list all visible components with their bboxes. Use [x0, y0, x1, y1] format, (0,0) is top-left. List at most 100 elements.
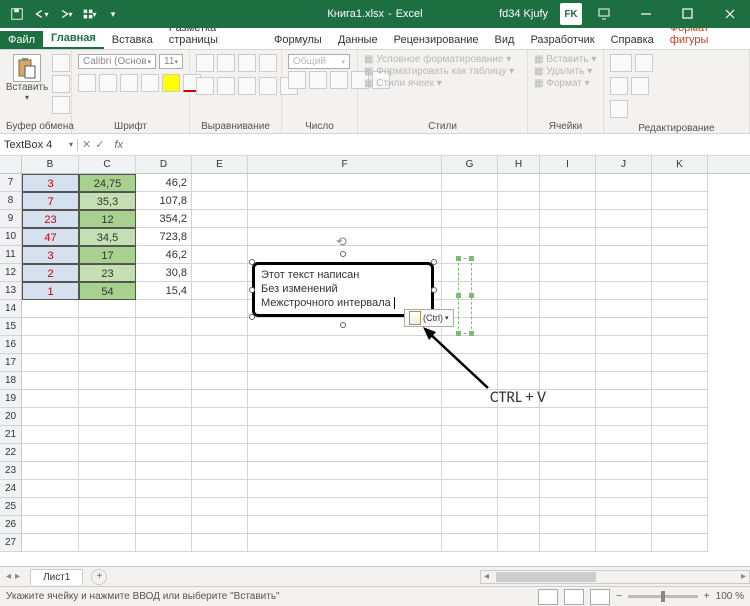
- cell[interactable]: [498, 354, 540, 372]
- cell[interactable]: [652, 354, 708, 372]
- cell[interactable]: [498, 426, 540, 444]
- cell[interactable]: 46,2: [136, 174, 192, 192]
- cell[interactable]: [652, 372, 708, 390]
- resize-handle[interactable]: [249, 287, 255, 293]
- cell[interactable]: [498, 300, 540, 318]
- cell[interactable]: [498, 282, 540, 300]
- cell[interactable]: [652, 228, 708, 246]
- font-name-select[interactable]: Calibri (Основ▾: [78, 54, 156, 69]
- cell[interactable]: 34,5: [79, 228, 136, 246]
- align-center-icon[interactable]: [217, 77, 235, 95]
- indent-dec-icon[interactable]: [259, 77, 277, 95]
- cell[interactable]: [192, 246, 248, 264]
- cell[interactable]: [192, 372, 248, 390]
- cell[interactable]: [442, 516, 498, 534]
- cell[interactable]: [498, 516, 540, 534]
- select-all-corner[interactable]: [0, 156, 22, 173]
- underline-button[interactable]: [120, 74, 138, 92]
- sheet-next-icon[interactable]: ▸: [15, 571, 20, 582]
- undo-icon[interactable]: ▾: [30, 3, 52, 25]
- cell[interactable]: [540, 264, 596, 282]
- cell[interactable]: [248, 516, 442, 534]
- cell[interactable]: 24,75: [79, 174, 136, 192]
- resize-handle[interactable]: [249, 314, 255, 320]
- cell[interactable]: [79, 354, 136, 372]
- cell[interactable]: [192, 354, 248, 372]
- cell[interactable]: [136, 408, 192, 426]
- cell[interactable]: [79, 336, 136, 354]
- tab-file[interactable]: Файл: [0, 31, 43, 49]
- cell[interactable]: 12: [79, 210, 136, 228]
- cell[interactable]: [248, 498, 442, 516]
- cell[interactable]: [596, 462, 652, 480]
- cell[interactable]: [540, 516, 596, 534]
- align-bot-icon[interactable]: [238, 54, 256, 72]
- cell[interactable]: [442, 408, 498, 426]
- cell[interactable]: [192, 534, 248, 552]
- zoom-in-icon[interactable]: +: [704, 591, 710, 602]
- row-header[interactable]: 21: [0, 426, 22, 444]
- cell[interactable]: [442, 498, 498, 516]
- fx-icon[interactable]: fx: [108, 139, 129, 151]
- cell[interactable]: [248, 408, 442, 426]
- cell[interactable]: [596, 174, 652, 192]
- row-header[interactable]: 10: [0, 228, 22, 246]
- cell[interactable]: [442, 426, 498, 444]
- cell[interactable]: [192, 462, 248, 480]
- cell[interactable]: 17: [79, 246, 136, 264]
- col-header[interactable]: J: [596, 156, 652, 173]
- cell[interactable]: [652, 462, 708, 480]
- cell[interactable]: [540, 192, 596, 210]
- cell[interactable]: [192, 516, 248, 534]
- cut-icon[interactable]: [52, 54, 70, 72]
- cell[interactable]: [596, 354, 652, 372]
- cell[interactable]: [192, 480, 248, 498]
- cell[interactable]: [22, 408, 79, 426]
- cell[interactable]: [79, 300, 136, 318]
- row-header[interactable]: 9: [0, 210, 22, 228]
- tab-help[interactable]: Справка: [603, 31, 662, 49]
- cell[interactable]: [652, 282, 708, 300]
- cell[interactable]: [22, 318, 79, 336]
- cell[interactable]: [596, 318, 652, 336]
- cell[interactable]: [248, 210, 442, 228]
- cell[interactable]: [652, 210, 708, 228]
- cell[interactable]: [498, 534, 540, 552]
- cell[interactable]: [136, 318, 192, 336]
- cell[interactable]: [192, 264, 248, 282]
- cell[interactable]: [442, 192, 498, 210]
- cell[interactable]: [442, 534, 498, 552]
- cell[interactable]: [22, 390, 79, 408]
- paste-button[interactable]: Вставить ▾: [6, 54, 48, 102]
- resize-handle[interactable]: [340, 322, 346, 328]
- cell[interactable]: [79, 318, 136, 336]
- user-name[interactable]: fd34 Kjufy: [489, 8, 558, 20]
- row-header[interactable]: 7: [0, 174, 22, 192]
- copy-icon[interactable]: [52, 75, 70, 93]
- cell[interactable]: [596, 300, 652, 318]
- cell[interactable]: [442, 480, 498, 498]
- cell[interactable]: [498, 228, 540, 246]
- cell[interactable]: [192, 318, 248, 336]
- cell[interactable]: [248, 390, 442, 408]
- cell[interactable]: [652, 480, 708, 498]
- font-size-select[interactable]: 11▾: [159, 54, 183, 69]
- qat-customize-icon[interactable]: ▾: [102, 3, 124, 25]
- row-header[interactable]: 17: [0, 354, 22, 372]
- tab-developer[interactable]: Разработчик: [522, 31, 602, 49]
- fill-icon[interactable]: [610, 77, 628, 95]
- tab-review[interactable]: Рецензирование: [386, 31, 487, 49]
- cell[interactable]: [442, 210, 498, 228]
- cell[interactable]: [596, 498, 652, 516]
- zoom-out-icon[interactable]: −: [616, 591, 622, 602]
- cell[interactable]: [596, 480, 652, 498]
- row-header[interactable]: 13: [0, 282, 22, 300]
- cell[interactable]: [248, 354, 442, 372]
- horizontal-scrollbar[interactable]: ◂▸: [480, 570, 750, 584]
- close-icon[interactable]: [710, 0, 750, 28]
- cell[interactable]: [596, 444, 652, 462]
- cell[interactable]: [540, 534, 596, 552]
- cell[interactable]: [192, 390, 248, 408]
- col-header[interactable]: C: [79, 156, 136, 173]
- border-button[interactable]: [141, 74, 159, 92]
